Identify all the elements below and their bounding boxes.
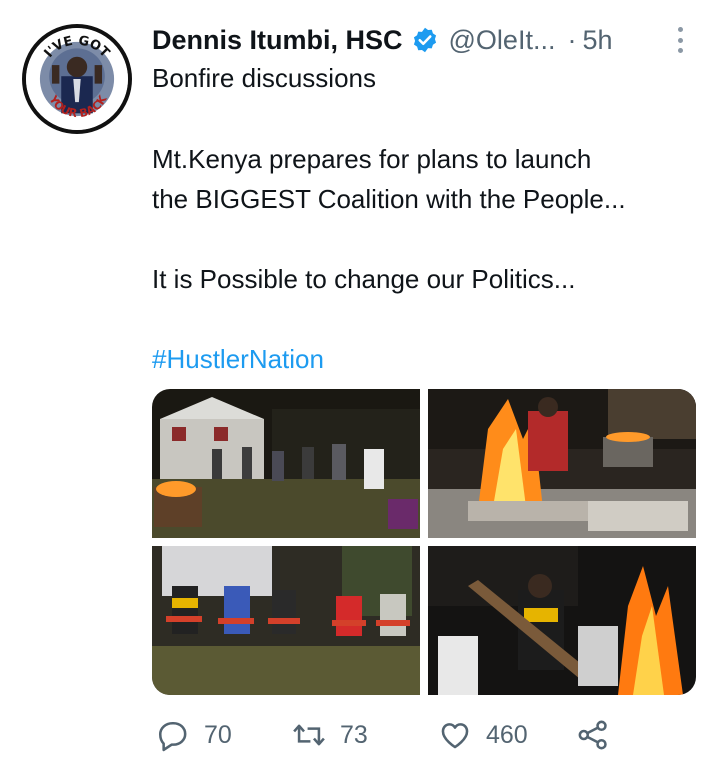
avatar-image: I'VE GOT YOUR BACK [26,28,128,130]
tweet-text-line: Mt.Kenya prepares for plans to launch [152,144,592,174]
reply-button[interactable]: 70 [156,712,232,758]
photo-grid [152,389,696,695]
tweet-text-line: the BIGGEST Coalition with the People... [152,184,626,214]
more-dots-icon[interactable] [670,24,690,56]
photo-man-at-fire-pit[interactable] [428,389,696,538]
reply-icon [156,718,190,752]
retweet-button[interactable]: 73 [292,712,368,758]
hashtag-link[interactable]: #HustlerNation [152,339,324,379]
share-icon [576,718,610,752]
retweet-count: 73 [340,720,368,749]
tweet-text-line: Bonfire discussions [152,63,376,93]
photo-woman-with-log-fire[interactable] [428,546,696,695]
like-button[interactable]: 460 [438,712,528,758]
verified-badge-icon [411,26,439,54]
heart-icon [438,718,472,752]
reply-count: 70 [204,720,232,749]
like-count: 460 [486,720,528,749]
tweet-text-line: It is Possible to change our Politics... [152,264,576,294]
tweet[interactable]: I'VE GOT YOUR BACK Dennis Itumbi, HSC @O… [0,0,720,765]
share-button[interactable] [576,712,610,758]
author-handle[interactable]: @OleIt... [449,25,556,56]
tweet-actions: 70 73 460 [152,712,632,758]
tweet-header: Dennis Itumbi, HSC @OleIt... · 5h [152,20,613,60]
separator-dot: · [567,24,577,55]
author-name[interactable]: Dennis Itumbi, HSC [152,25,403,56]
photo-tent-bonfire-circle[interactable] [152,389,420,538]
avatar[interactable]: I'VE GOT YOUR BACK [22,24,132,134]
tweet-time[interactable]: 5h [582,25,612,56]
retweet-icon [292,718,326,752]
photo-people-seated-chairs[interactable] [152,546,420,695]
